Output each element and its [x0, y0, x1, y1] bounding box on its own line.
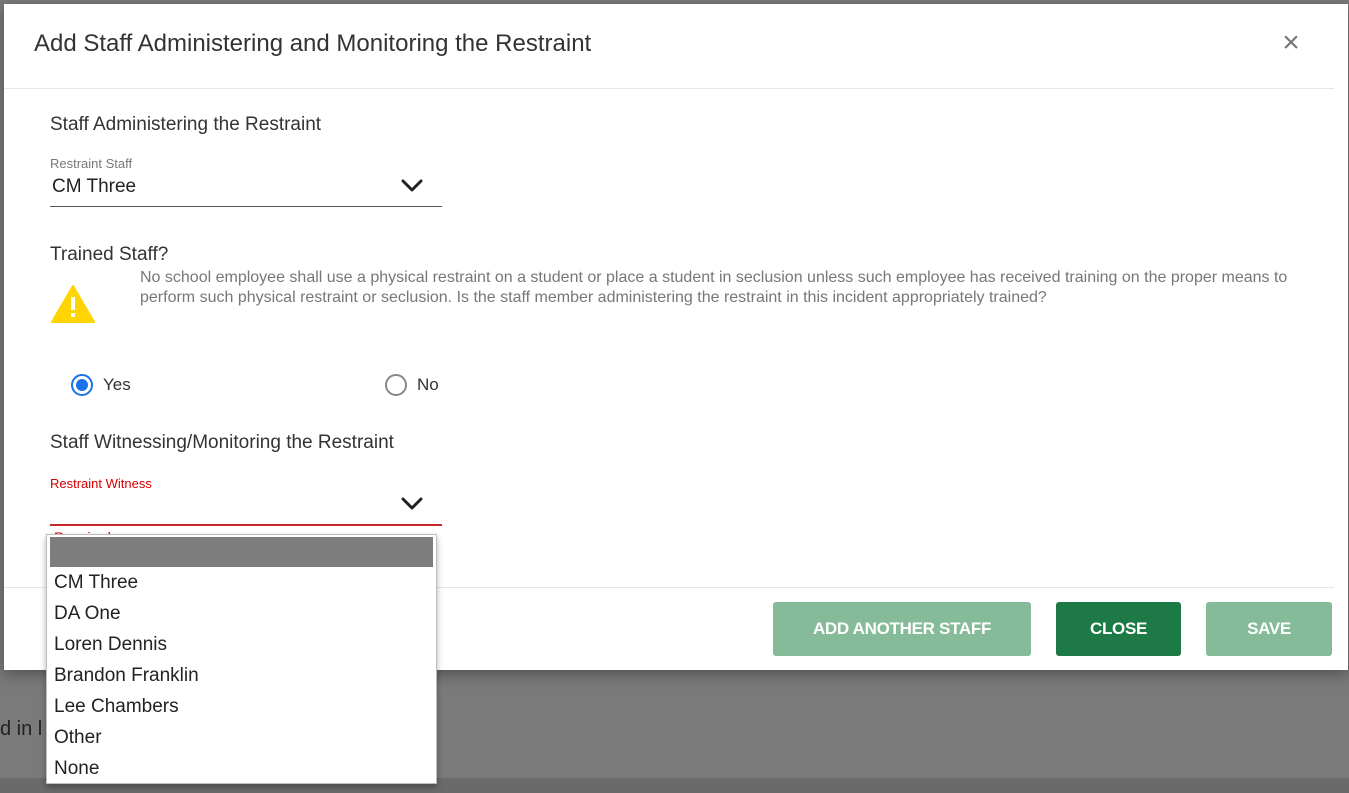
restraint-witness-select[interactable]: [50, 490, 442, 526]
no-label: No: [417, 375, 439, 394]
restraint-staff-label: Restraint Staff: [50, 156, 133, 171]
restraint-witness-dropdown: CM Three DA One Loren Dennis Brandon Fra…: [46, 534, 437, 784]
dropdown-option-lee-chambers[interactable]: Lee Chambers: [47, 691, 436, 722]
warning-triangle-icon: [51, 285, 95, 323]
chevron-down-icon: [401, 179, 423, 192]
no-radio[interactable]: [385, 374, 407, 396]
save-button[interactable]: SAVE: [1206, 602, 1332, 656]
restraint-staff-value: CM Three: [52, 176, 137, 197]
administering-heading: Staff Administering the Restraint: [50, 114, 322, 135]
dropdown-option-brandon-franklin[interactable]: Brandon Franklin: [47, 660, 436, 691]
witnessing-heading: Staff Witnessing/Monitoring the Restrain…: [50, 432, 394, 453]
yes-radio[interactable]: [71, 374, 93, 396]
trained-staff-heading: Trained Staff?: [50, 244, 169, 265]
dropdown-option-blank[interactable]: [50, 537, 433, 567]
background-page-text: d in l: [0, 718, 43, 740]
restraint-witness-label: Restraint Witness: [50, 476, 152, 491]
modal-title: Add Staff Administering and Monitoring t…: [34, 30, 592, 57]
close-icon[interactable]: ×: [1276, 28, 1306, 58]
training-warning-text: No school employee shall use a physical …: [140, 269, 1288, 306]
dropdown-option-cm-three[interactable]: CM Three: [47, 567, 436, 598]
dropdown-option-loren-dennis[interactable]: Loren Dennis: [47, 629, 436, 660]
trained-no-option[interactable]: No: [385, 374, 439, 396]
close-button[interactable]: CLOSE: [1056, 602, 1181, 656]
modal-header: Add Staff Administering and Monitoring t…: [4, 4, 1334, 89]
add-another-staff-button[interactable]: ADD ANOTHER STAFF: [773, 602, 1031, 656]
chevron-down-icon: [401, 497, 423, 510]
dropdown-option-da-one[interactable]: DA One: [47, 598, 436, 629]
trained-yes-option[interactable]: Yes: [71, 374, 131, 396]
yes-label: Yes: [103, 375, 131, 394]
dropdown-option-other[interactable]: Other: [47, 722, 436, 753]
dropdown-option-none[interactable]: None: [47, 753, 436, 784]
restraint-staff-select[interactable]: CM Three: [50, 172, 442, 207]
